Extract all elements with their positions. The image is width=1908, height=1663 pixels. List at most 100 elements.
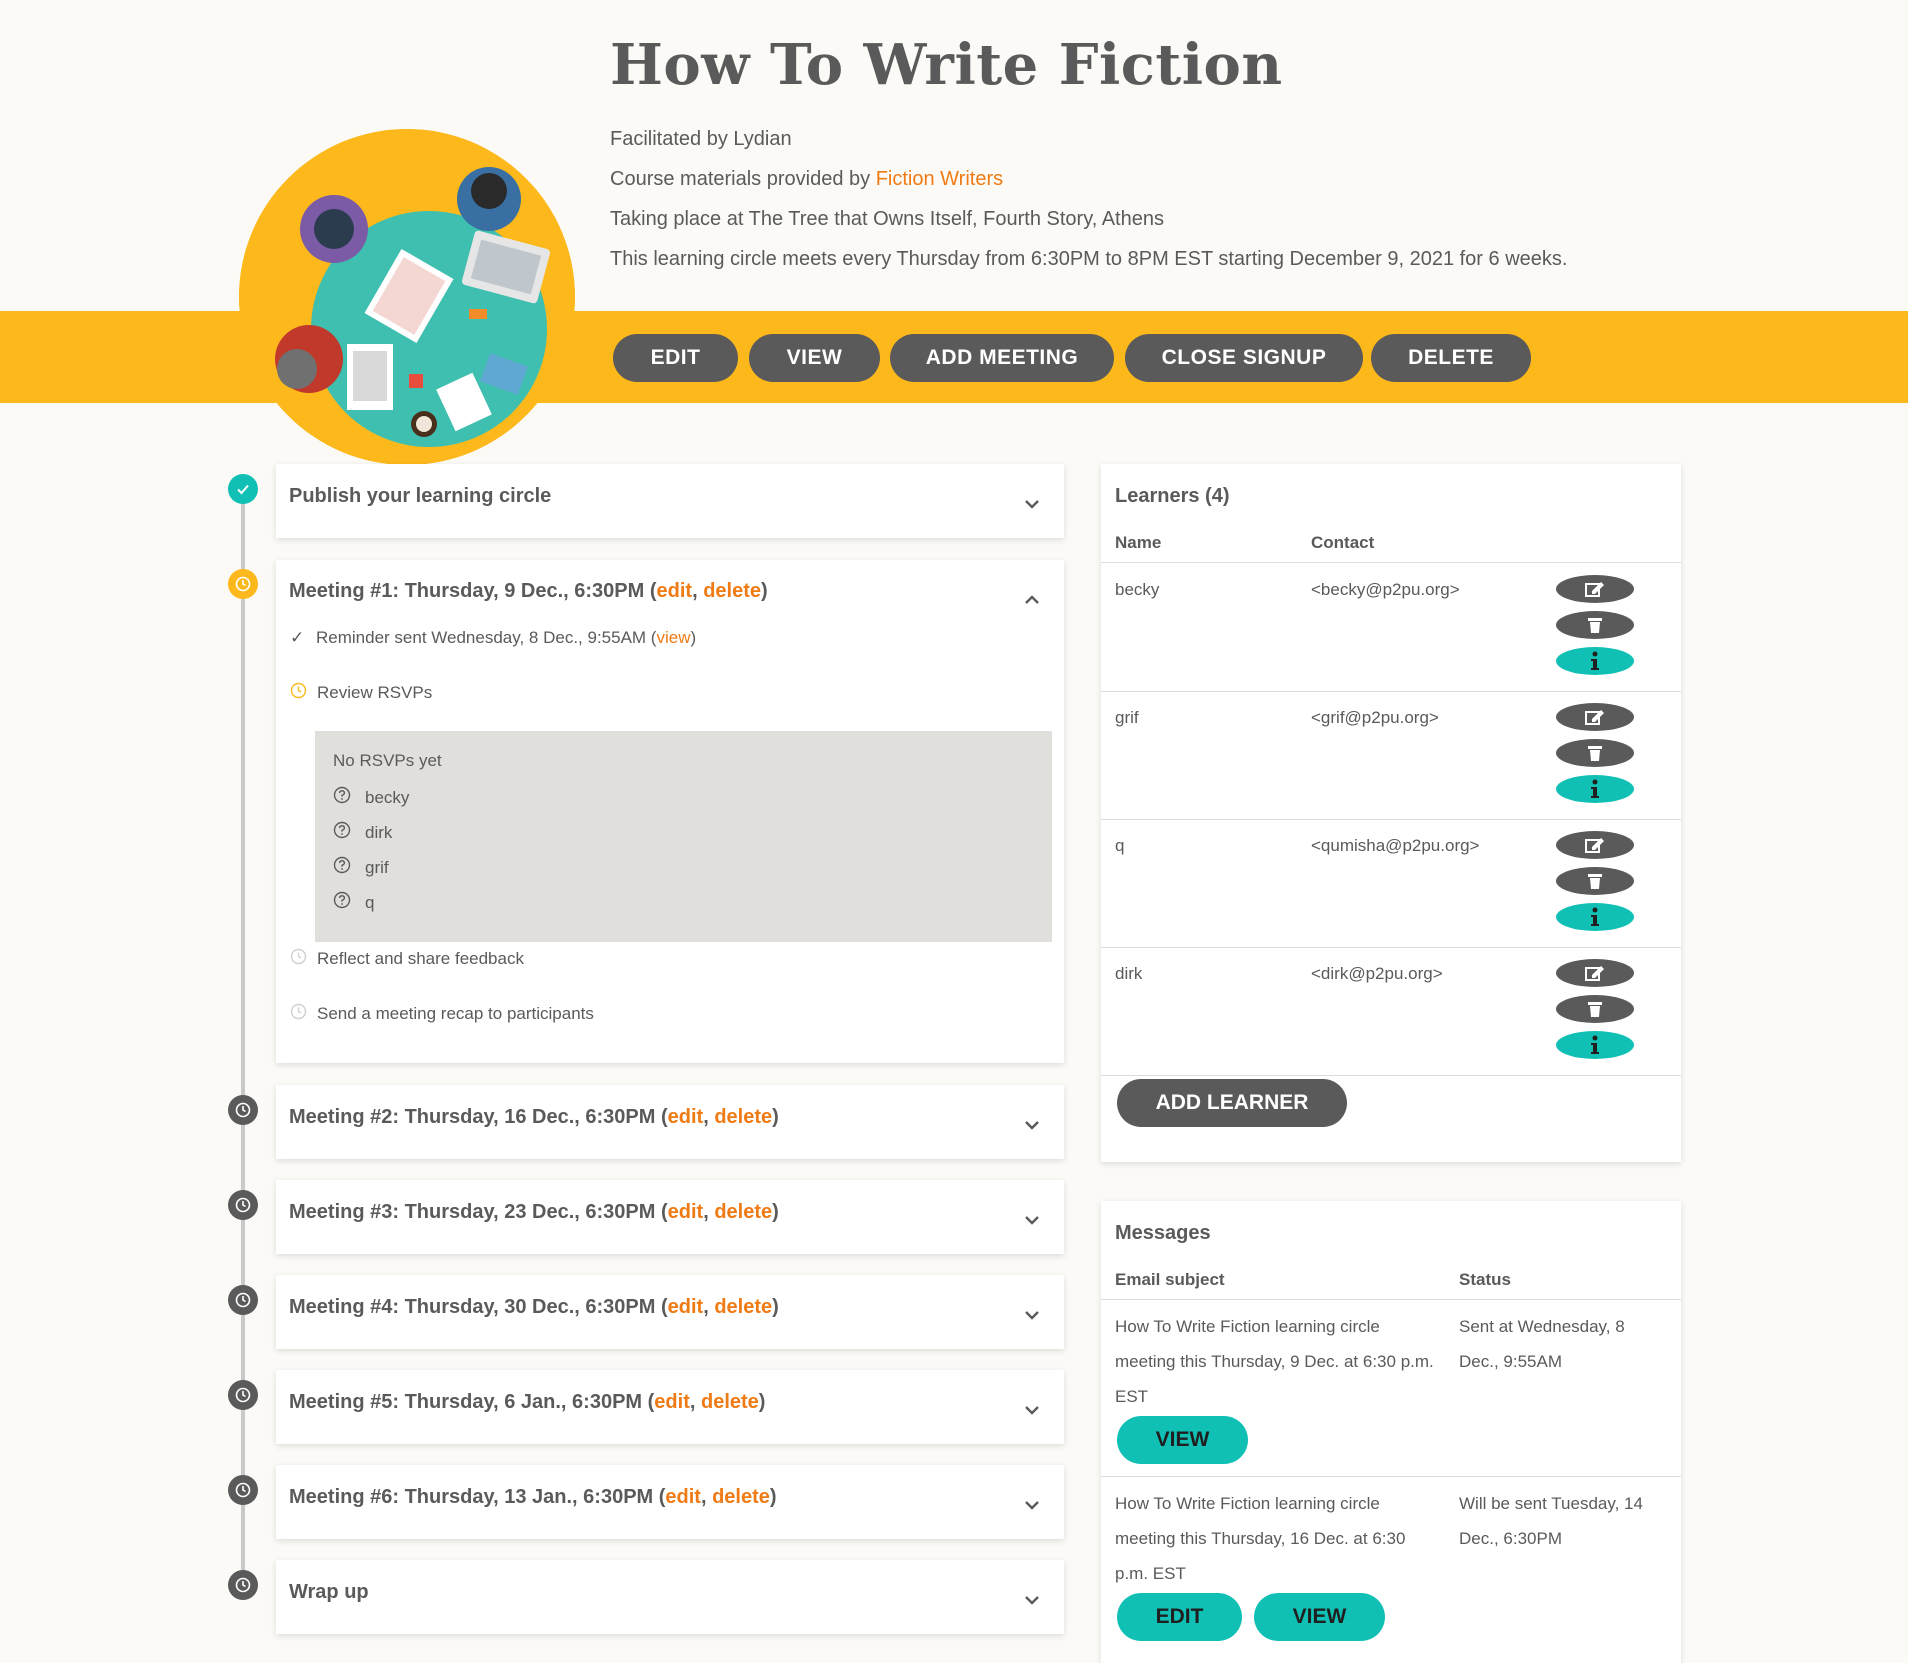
meeting-title-text: Meeting #6: Thursday, 13 Jan., 6:30PM ( (289, 1486, 666, 1508)
learner-contact: <dirk@p2pu.org> (1311, 964, 1443, 983)
chevron-down-icon[interactable] (1020, 1113, 1044, 1137)
meeting-6-title: Meeting #6: Thursday, 13 Jan., 6:30PM (e… (289, 1486, 777, 1509)
edit-message-button[interactable]: EDIT (1117, 1593, 1242, 1641)
review-rsvps-task: Review RSVPs (290, 682, 432, 704)
question-circle-icon (333, 786, 351, 809)
meeting-delete-link[interactable]: delete (714, 1106, 772, 1128)
meeting-delete-link[interactable]: delete (714, 1201, 772, 1223)
reminder-prefix: Reminder sent Wednesday, 8 Dec., 9:55AM … (316, 628, 657, 647)
learner-name: grif (1115, 708, 1139, 727)
paren-close: ) (772, 1296, 779, 1318)
chevron-down-icon[interactable] (1020, 1303, 1044, 1327)
reminder-view-link[interactable]: view (656, 628, 690, 647)
current-clock-icon (228, 569, 258, 599)
meeting-delete-link[interactable]: delete (701, 1391, 759, 1413)
info-icon[interactable] (1556, 647, 1634, 675)
col-status-header: Status (1459, 1270, 1511, 1289)
publish-title: Publish your learning circle (289, 485, 552, 507)
recap-text: Send a meeting recap to participants (317, 1004, 594, 1023)
question-circle-icon (333, 891, 351, 914)
trash-icon[interactable] (1556, 739, 1634, 767)
info-icon[interactable] (1556, 903, 1634, 931)
trash-icon[interactable] (1556, 995, 1634, 1023)
view-button[interactable]: VIEW (749, 334, 880, 382)
wrap-up-card[interactable]: Wrap up (276, 1560, 1064, 1634)
future-clock-icon (290, 948, 307, 970)
edit-learner-icon[interactable] (1556, 703, 1634, 731)
schedule-text: This learning circle meets every Thursda… (610, 248, 1568, 270)
meeting-delete-link[interactable]: delete (714, 1296, 772, 1318)
delete-button[interactable]: DELETE (1371, 334, 1531, 382)
edit-learner-icon[interactable] (1556, 959, 1634, 987)
chevron-up-icon[interactable] (1020, 588, 1044, 612)
info-icon[interactable] (1556, 775, 1634, 803)
learner-name: becky (1115, 580, 1160, 599)
meeting-edit-link[interactable]: edit (654, 1391, 690, 1413)
paren-close: ) (769, 1486, 777, 1508)
pending-clock-icon (290, 682, 307, 704)
meeting-3-card[interactable]: Meeting #3: Thursday, 23 Dec., 6:30PM (e… (276, 1180, 1064, 1254)
close-signup-button[interactable]: CLOSE SIGNUP (1125, 334, 1363, 382)
meeting-title-text: Meeting #3: Thursday, 23 Dec., 6:30PM ( (289, 1201, 668, 1223)
edit-learner-icon[interactable] (1556, 831, 1634, 859)
meeting-2-card[interactable]: Meeting #2: Thursday, 16 Dec., 6:30PM (e… (276, 1085, 1064, 1159)
meeting-edit-link[interactable]: edit (668, 1296, 704, 1318)
meeting-edit-link[interactable]: edit (665, 1486, 701, 1508)
add-learner-button[interactable]: ADD LEARNER (1117, 1079, 1347, 1127)
edit-button[interactable]: EDIT (613, 334, 738, 382)
col-subject-header: Email subject (1115, 1270, 1225, 1289)
timeline-line (241, 490, 245, 1590)
meeting-1-delete-link[interactable]: delete (703, 580, 761, 602)
clock-icon (228, 1190, 258, 1220)
materials-text: Course materials provided by Fiction Wri… (610, 168, 1003, 191)
col-contact-header: Contact (1311, 533, 1375, 552)
divider (1101, 1075, 1681, 1076)
materials-link[interactable]: Fiction Writers (876, 168, 1003, 190)
learner-contact: <grif@p2pu.org> (1311, 708, 1439, 727)
chevron-down-icon[interactable] (1020, 492, 1044, 516)
meeting-edit-link[interactable]: edit (668, 1201, 704, 1223)
view-message-button[interactable]: VIEW (1254, 1593, 1385, 1641)
trash-icon[interactable] (1556, 611, 1634, 639)
separator: , (689, 1391, 701, 1413)
meeting-4-card[interactable]: Meeting #4: Thursday, 30 Dec., 6:30PM (e… (276, 1275, 1064, 1349)
recap-task: Send a meeting recap to participants (290, 1003, 594, 1025)
learning-circle-illustration (239, 129, 575, 465)
chevron-down-icon[interactable] (1020, 1398, 1044, 1422)
reminder-text: Reminder sent Wednesday, 8 Dec., 9:55AM … (316, 628, 696, 648)
meeting-6-card[interactable]: Meeting #6: Thursday, 13 Jan., 6:30PM (e… (276, 1465, 1064, 1539)
clock-icon (228, 1285, 258, 1315)
review-rsvps-text: Review RSVPs (317, 683, 433, 702)
add-meeting-button[interactable]: ADD MEETING (890, 334, 1114, 382)
message-subject: How To Write Fiction learning circle mee… (1115, 1317, 1434, 1406)
view-message-button[interactable]: VIEW (1117, 1416, 1248, 1464)
meeting-5-title: Meeting #5: Thursday, 6 Jan., 6:30PM (ed… (289, 1391, 765, 1414)
clock-icon (228, 1475, 258, 1505)
location-text: Taking place at The Tree that Owns Itsel… (610, 208, 1164, 230)
meeting-1-edit-link[interactable]: edit (657, 580, 693, 602)
divider (1101, 819, 1681, 820)
chevron-down-icon[interactable] (1020, 1493, 1044, 1517)
chevron-down-icon[interactable] (1020, 1588, 1044, 1612)
separator: , (692, 580, 704, 602)
chevron-down-icon[interactable] (1020, 1208, 1044, 1232)
paren-close: ) (772, 1201, 779, 1223)
rsvp-name: q (365, 892, 375, 912)
rsvp-name: dirk (365, 822, 393, 842)
divider (1101, 1299, 1681, 1300)
publish-card[interactable]: Publish your learning circle (276, 464, 1064, 538)
meeting-edit-link[interactable]: edit (668, 1106, 704, 1128)
divider (1101, 947, 1681, 948)
meeting-title-text: Meeting #4: Thursday, 30 Dec., 6:30PM ( (289, 1296, 668, 1318)
edit-learner-icon[interactable] (1556, 575, 1634, 603)
meeting-1-title-text: Meeting #1: Thursday, 9 Dec., 6:30PM ( (289, 580, 657, 602)
trash-icon[interactable] (1556, 867, 1634, 895)
rsvp-item: dirk (333, 821, 392, 844)
messages-title: Messages (1115, 1222, 1211, 1244)
meeting-delete-link[interactable]: delete (712, 1486, 770, 1508)
meeting-5-card[interactable]: Meeting #5: Thursday, 6 Jan., 6:30PM (ed… (276, 1370, 1064, 1444)
page-title: How To Write Fiction (610, 32, 1283, 98)
info-icon[interactable] (1556, 1031, 1634, 1059)
meeting-1-card: Meeting #1: Thursday, 9 Dec., 6:30PM (ed… (276, 560, 1064, 1063)
rsvp-box: No RSVPs yet becky dirk grif q (315, 731, 1052, 942)
